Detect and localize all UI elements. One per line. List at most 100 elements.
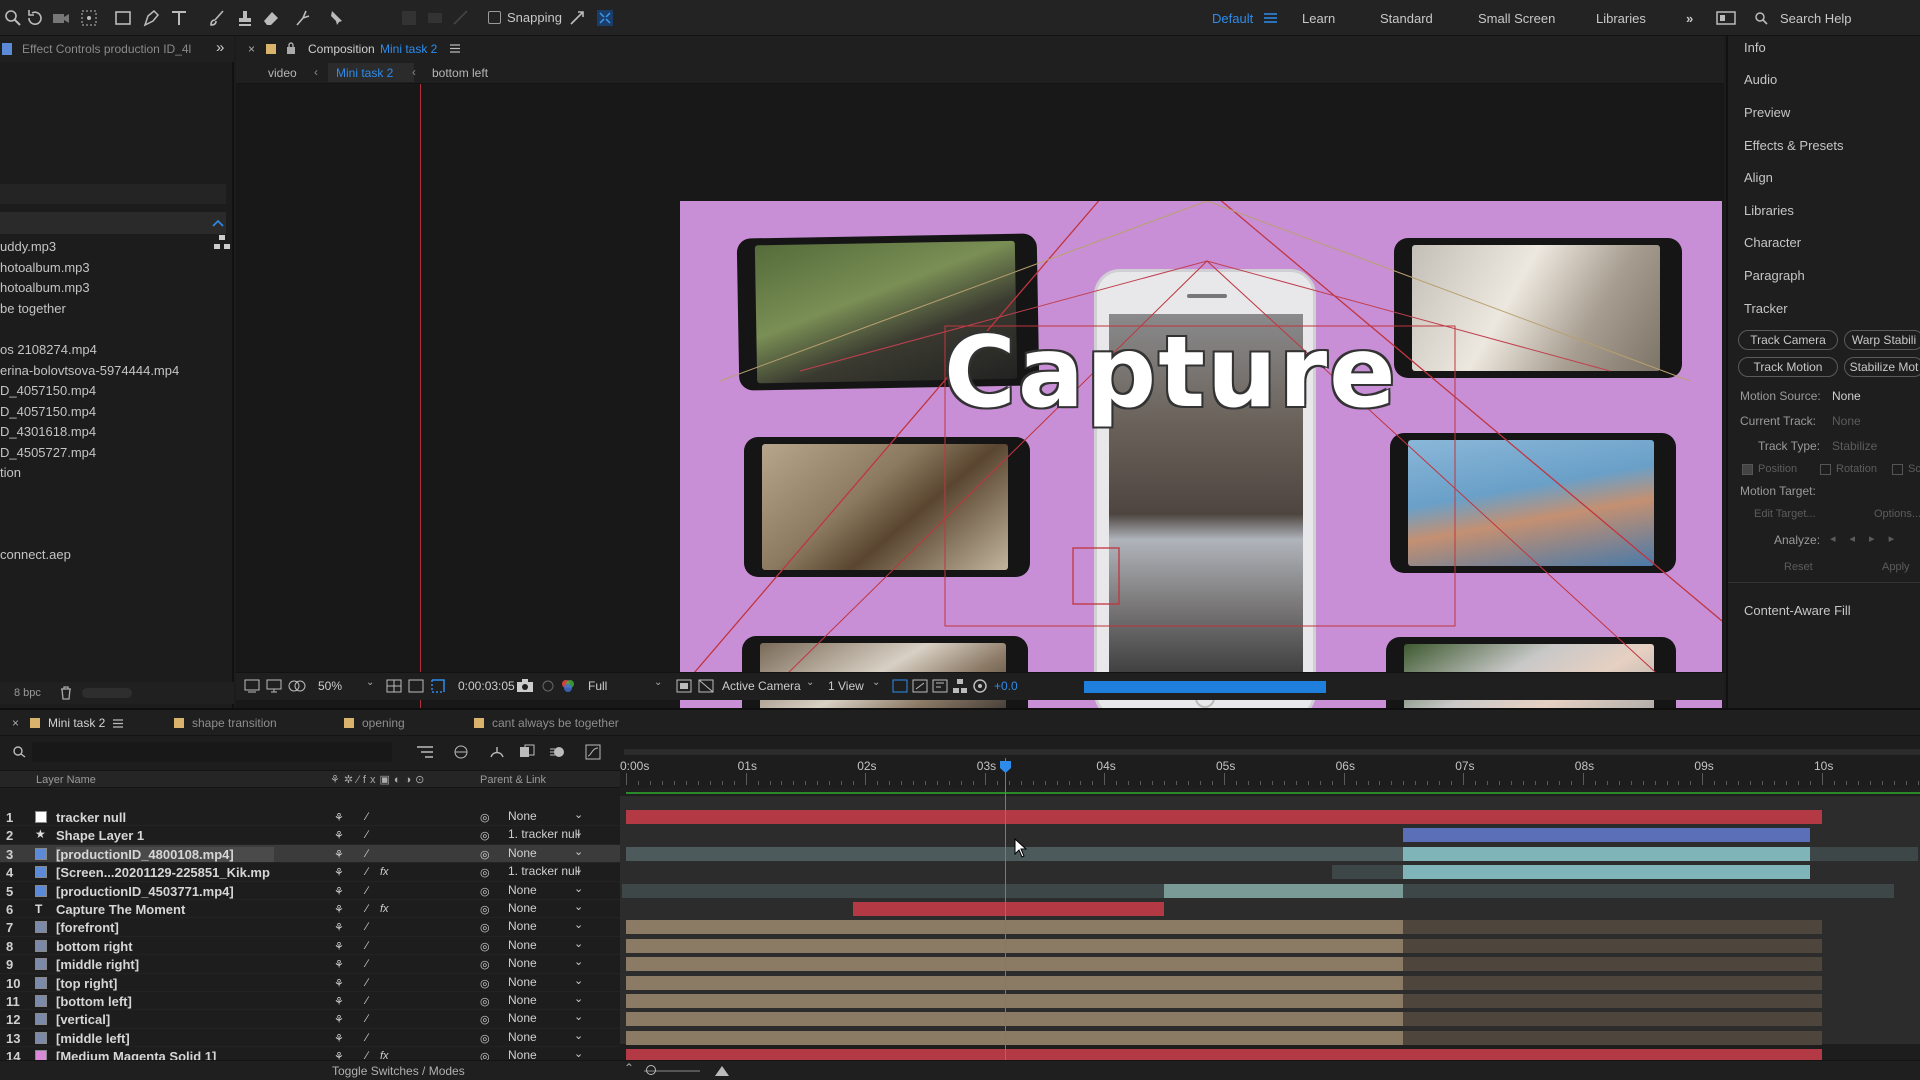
rotate-tool-icon[interactable] xyxy=(24,7,46,29)
channel-icon[interactable] xyxy=(560,678,576,694)
monitor-icon[interactable] xyxy=(266,679,282,693)
composition-viewer[interactable]: Capture xyxy=(236,84,1724,708)
stabilize-motion-button[interactable]: Stabilize Mot xyxy=(1844,357,1920,377)
pick-whip-icon[interactable]: ◎ xyxy=(480,1032,490,1045)
time-ruler[interactable] xyxy=(620,737,1920,788)
layer-duration-bar[interactable] xyxy=(1403,938,1822,953)
lock-icon[interactable] xyxy=(286,42,296,54)
layer-row[interactable]: 13 [middle left] ⚘ ∕ ◎ None ⌄ xyxy=(0,1029,620,1048)
pick-whip-icon[interactable]: ◎ xyxy=(480,1013,490,1026)
workspace-small-screen[interactable]: Small Screen xyxy=(1478,11,1555,26)
chevron-down-icon[interactable]: ⌄ xyxy=(574,918,583,931)
panel-info[interactable]: Info xyxy=(1744,40,1766,55)
pick-whip-icon[interactable]: ◎ xyxy=(480,940,490,953)
quality-switch-icon[interactable]: ∕ xyxy=(366,977,368,989)
quality-switch-icon[interactable]: ∕ xyxy=(366,940,368,952)
grid-icon[interactable] xyxy=(408,679,424,693)
shy-switch-icon[interactable]: ⚘ xyxy=(334,1032,344,1045)
zoom-tool-icon[interactable] xyxy=(2,7,24,29)
layer-duration-bar[interactable] xyxy=(1403,920,1822,935)
layer-name-column[interactable]: Layer Name xyxy=(36,774,96,786)
chevron-down-icon[interactable]: ⌄ xyxy=(574,808,583,821)
shy-switch-icon[interactable]: ⚘ xyxy=(334,995,344,1008)
close-tab-icon[interactable]: × xyxy=(12,716,19,730)
zoom-select[interactable]: 50% xyxy=(318,679,342,693)
pick-whip-icon[interactable]: ◎ xyxy=(480,958,490,971)
tab-shape-transition[interactable]: shape transition xyxy=(174,716,277,730)
chevron-down-icon[interactable]: ⌄ xyxy=(806,677,814,688)
view-layout-select[interactable]: 1 View xyxy=(828,679,864,693)
search-help-input[interactable]: Search Help xyxy=(1780,11,1852,26)
track-camera-button[interactable]: Track Camera xyxy=(1738,330,1838,350)
fast-previews-icon[interactable] xyxy=(912,679,928,693)
chevron-down-icon[interactable]: ⌄ xyxy=(574,900,583,913)
panel-libraries[interactable]: Libraries xyxy=(1744,203,1794,218)
pick-whip-icon[interactable]: ◎ xyxy=(480,977,490,990)
pick-whip-icon[interactable]: ◎ xyxy=(480,885,490,898)
graph-editor-icon[interactable] xyxy=(584,743,602,761)
panel-paragraph[interactable]: Paragraph xyxy=(1744,268,1805,283)
quality-switch-icon[interactable]: ∕ xyxy=(366,1032,368,1044)
exposure-value[interactable]: +0.0 xyxy=(994,679,1018,693)
tab-opening[interactable]: opening xyxy=(344,716,405,730)
brush-tool-icon[interactable] xyxy=(206,7,228,29)
zoom-slider-thumb[interactable] xyxy=(646,1065,656,1075)
pick-whip-icon[interactable]: ◎ xyxy=(480,848,490,861)
quality-switch-icon[interactable]: ∕ xyxy=(366,1013,368,1025)
chevron-down-icon[interactable]: ⌄ xyxy=(574,992,583,1005)
shy-switch-icon[interactable]: ⚘ xyxy=(334,958,344,971)
exposure-reset-icon[interactable] xyxy=(972,678,988,694)
fx-switch-icon[interactable]: fx xyxy=(380,866,389,878)
project-item[interactable]: erina-bolovtsova-5974444.mp4 xyxy=(0,363,179,378)
composition-menu-icon[interactable] xyxy=(450,44,460,53)
roto-brush-tool-icon[interactable] xyxy=(292,7,314,29)
layer-duration-bar[interactable] xyxy=(1403,1012,1822,1027)
shy-switch-icon[interactable]: ⚘ xyxy=(334,848,344,861)
quality-switch-icon[interactable]: ∕ xyxy=(366,848,368,860)
layer-row[interactable]: 7 [forefront] ⚘ ∕ ◎ None ⌄ xyxy=(0,918,620,937)
project-item[interactable]: connect.aep xyxy=(0,547,71,562)
chevron-down-icon[interactable]: ⌄ xyxy=(366,677,374,688)
project-item[interactable]: hotoalbum.mp3 xyxy=(0,260,90,275)
pan-behind-tool-icon[interactable] xyxy=(78,7,100,29)
layer-name[interactable]: [bottom left] xyxy=(56,994,326,1009)
pick-whip-icon[interactable]: ◎ xyxy=(480,829,490,842)
workspace-overflow-icon[interactable]: » xyxy=(1686,11,1693,26)
shy-switch-icon[interactable]: ⚘ xyxy=(334,866,344,879)
layer-row[interactable]: 2 ★ Shape Layer 1 ⚘ ∕ ◎ 1. tracker null ⌄ xyxy=(0,826,620,845)
tab-menu-icon[interactable] xyxy=(113,718,124,728)
shy-switch-icon[interactable]: ⚘ xyxy=(334,885,344,898)
layer-duration-bar[interactable] xyxy=(626,938,1404,953)
layer-name[interactable]: [forefront] xyxy=(56,920,326,935)
shy-switch-icon[interactable]: ⚘ xyxy=(334,829,344,842)
breadcrumb-bottom-left[interactable]: bottom left xyxy=(432,66,488,80)
layer-duration-bar[interactable] xyxy=(1164,883,1404,898)
project-item[interactable]: D_4057150.mp4 xyxy=(0,383,96,398)
fx-switch-icon[interactable]: fx xyxy=(380,903,389,915)
layer-name[interactable]: [middle right] xyxy=(56,957,326,972)
panel-character[interactable]: Character xyxy=(1744,235,1801,250)
chevron-down-icon[interactable]: ⌄ xyxy=(574,1010,583,1023)
effect-controls-tab[interactable]: Effect Controls production ID_4l xyxy=(22,42,191,56)
layer-duration-bar[interactable] xyxy=(626,1012,1404,1027)
chevron-down-icon[interactable]: ⌄ xyxy=(574,882,583,895)
toggle-pixel-aspect-icon[interactable] xyxy=(892,679,908,693)
work-area-bar[interactable] xyxy=(624,749,1920,755)
workspace-default[interactable]: Default xyxy=(1212,11,1253,26)
pick-whip-icon[interactable]: ◎ xyxy=(480,921,490,934)
project-item[interactable]: D_4057150.mp4 xyxy=(0,404,96,419)
layer-duration-bar[interactable] xyxy=(853,902,1165,916)
panel-preview[interactable]: Preview xyxy=(1744,105,1790,120)
layer-duration-bar[interactable] xyxy=(622,883,1165,898)
snap-grid-icon[interactable] xyxy=(594,7,616,29)
workspace-libraries[interactable]: Libraries xyxy=(1596,11,1646,26)
layer-name[interactable]: [top right] xyxy=(56,976,326,991)
layer-name[interactable]: [productionID_4800108.mp4] xyxy=(56,846,274,862)
chevron-down-icon[interactable]: ⌄ xyxy=(574,937,583,950)
snapshot-camera-icon[interactable] xyxy=(516,678,534,693)
project-item[interactable]: D_4505727.mp4 xyxy=(0,445,96,460)
frame-blending-icon[interactable] xyxy=(518,743,536,761)
shy-layers-icon[interactable] xyxy=(488,743,506,761)
workspace-learn[interactable]: Learn xyxy=(1302,11,1335,26)
project-item[interactable]: hotoalbum.mp3 xyxy=(0,280,90,295)
